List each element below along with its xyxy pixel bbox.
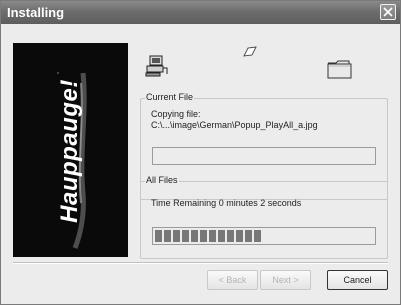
close-button[interactable] — [380, 4, 396, 20]
progress-block — [254, 230, 261, 242]
progress-block — [236, 230, 243, 242]
progress-block — [155, 230, 162, 242]
all-files-legend: All Files — [145, 175, 179, 185]
close-icon — [383, 7, 393, 17]
window-title: Installing — [7, 5, 65, 20]
folder-icon — [327, 59, 353, 84]
progress-block — [173, 230, 180, 242]
all-files-group: All Files Time Remaining 0 minutes 2 sec… — [140, 175, 388, 259]
current-file-progress-bar — [152, 147, 376, 165]
progress-block — [200, 230, 207, 242]
current-file-path: C:\...\image\German\Popup_PlayAll_a.jpg — [151, 120, 318, 130]
back-button[interactable]: < Back — [207, 270, 258, 290]
progress-block — [191, 230, 198, 242]
next-button[interactable]: Next > — [260, 270, 311, 290]
dialog-body: Hauppauge! Current File Copying file: C:… — [5, 27, 396, 301]
computer-icon — [145, 55, 169, 82]
copying-file-label: Copying file: — [151, 109, 201, 119]
cancel-button[interactable]: Cancel — [327, 270, 388, 290]
progress-block — [209, 230, 216, 242]
current-file-legend: Current File — [145, 92, 195, 102]
brand-banner: Hauppauge! — [13, 43, 128, 257]
time-remaining-text: Time Remaining 0 minutes 2 seconds — [151, 198, 302, 208]
installing-dialog: Installing Hauppauge! Current File Copyi… — [0, 0, 401, 305]
title-bar[interactable]: Installing — [1, 1, 400, 24]
all-files-progress-bar — [152, 227, 376, 245]
progress-block — [164, 230, 171, 242]
progress-block — [182, 230, 189, 242]
brand-logo-text: Hauppauge! — [56, 79, 83, 223]
progress-blocks — [155, 230, 375, 242]
progress-block — [227, 230, 234, 242]
footer-divider — [13, 262, 388, 264]
progress-block — [218, 230, 225, 242]
progress-block — [245, 230, 252, 242]
paper-icon — [243, 45, 257, 63]
